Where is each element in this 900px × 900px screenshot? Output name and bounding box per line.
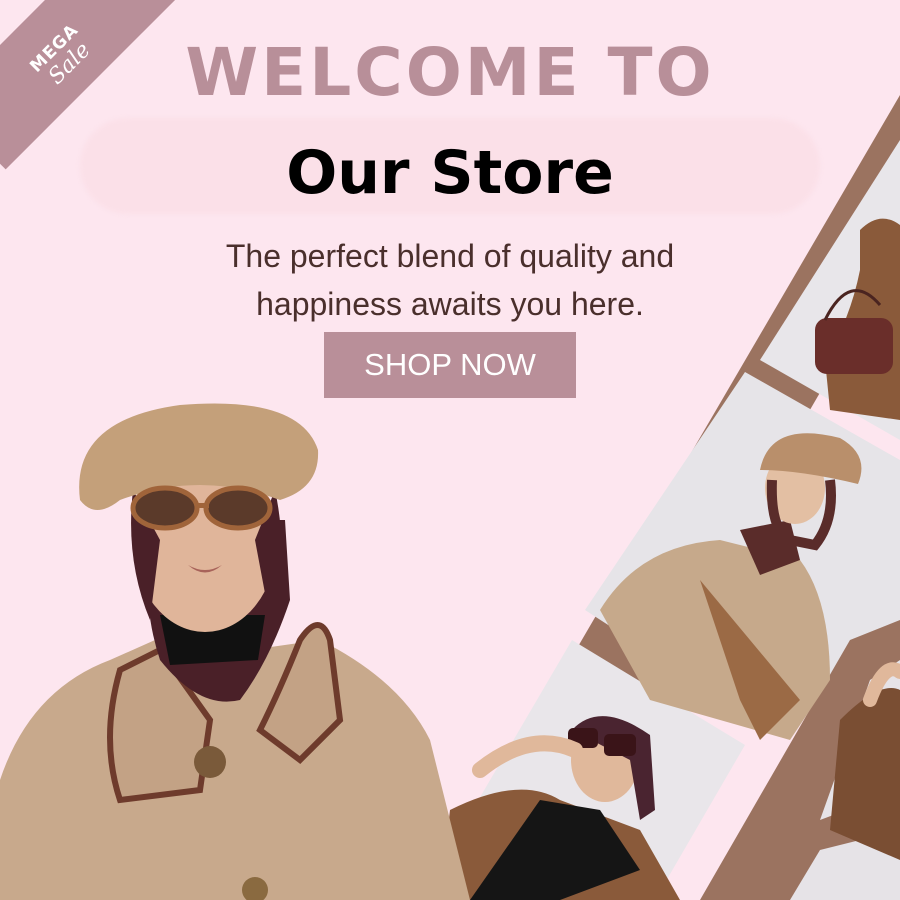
frame-3-model — [440, 716, 680, 900]
main-model — [0, 403, 470, 900]
coat-button — [194, 746, 226, 778]
sunglasses-left — [130, 485, 200, 531]
sunglasses-right — [203, 485, 273, 531]
product-photo-collage — [0, 95, 900, 900]
